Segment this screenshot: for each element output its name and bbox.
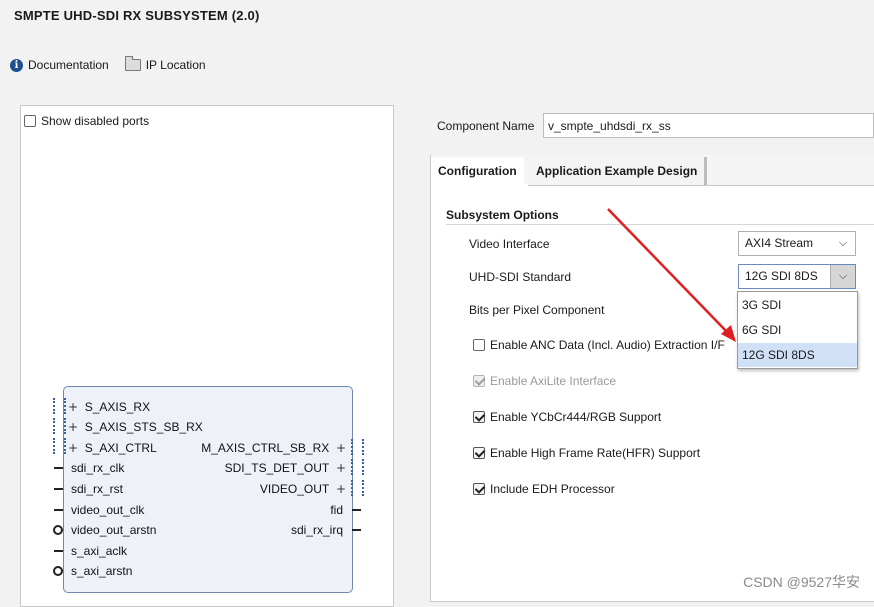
annotation-arrow [607,208,736,342]
annotation-arrow-line [607,208,729,334]
watermark: CSDN @9527华安 [743,574,860,590]
